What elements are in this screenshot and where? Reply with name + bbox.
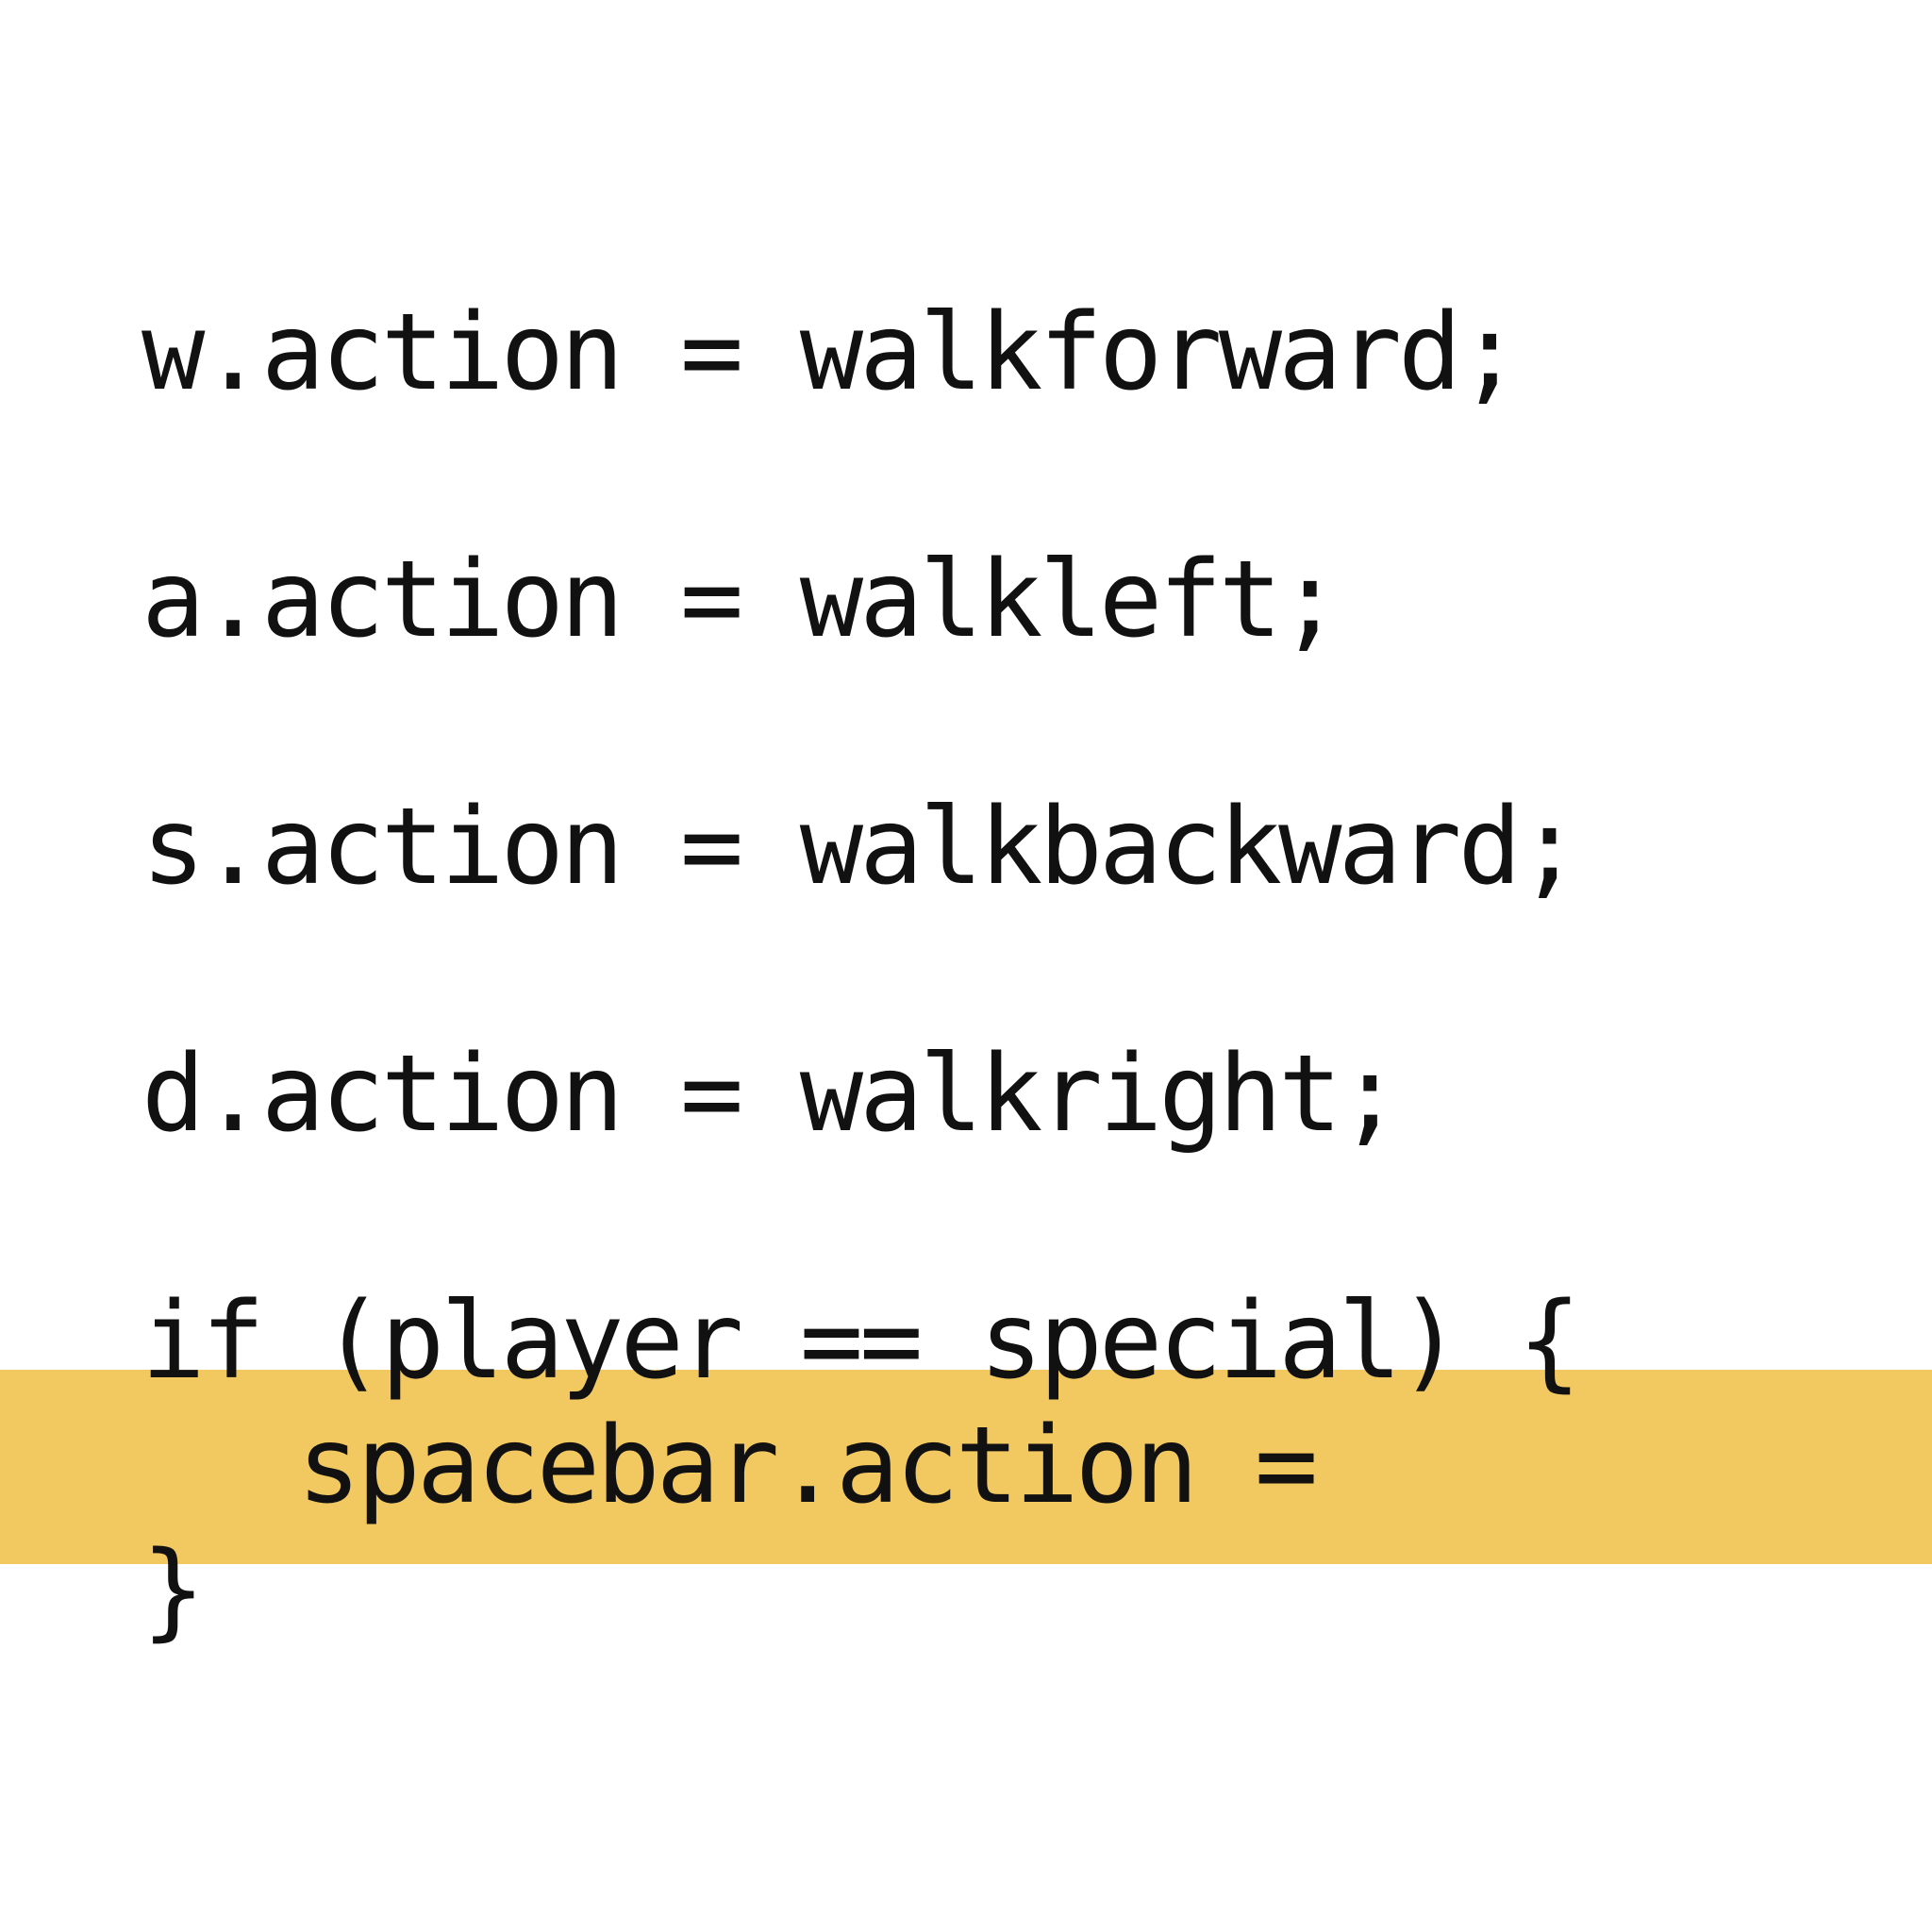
code-line-s-action: s.action = walkbackward; — [142, 786, 1581, 908]
code-line-d-action: d.action = walkright; — [142, 1033, 1402, 1156]
code-line-a-action: a.action = walkleft; — [142, 539, 1342, 661]
code-line-if-statement: if (player == special) { — [142, 1280, 1581, 1403]
code-slide: w.action = walkforward; a.action = walkl… — [0, 0, 1932, 1932]
code-line-w-action: w.action = walkforward; — [142, 291, 1522, 414]
code-line-closing-brace: } — [142, 1529, 205, 1652]
code-line-spacebar-action: spacebar.action = — [297, 1405, 1318, 1527]
